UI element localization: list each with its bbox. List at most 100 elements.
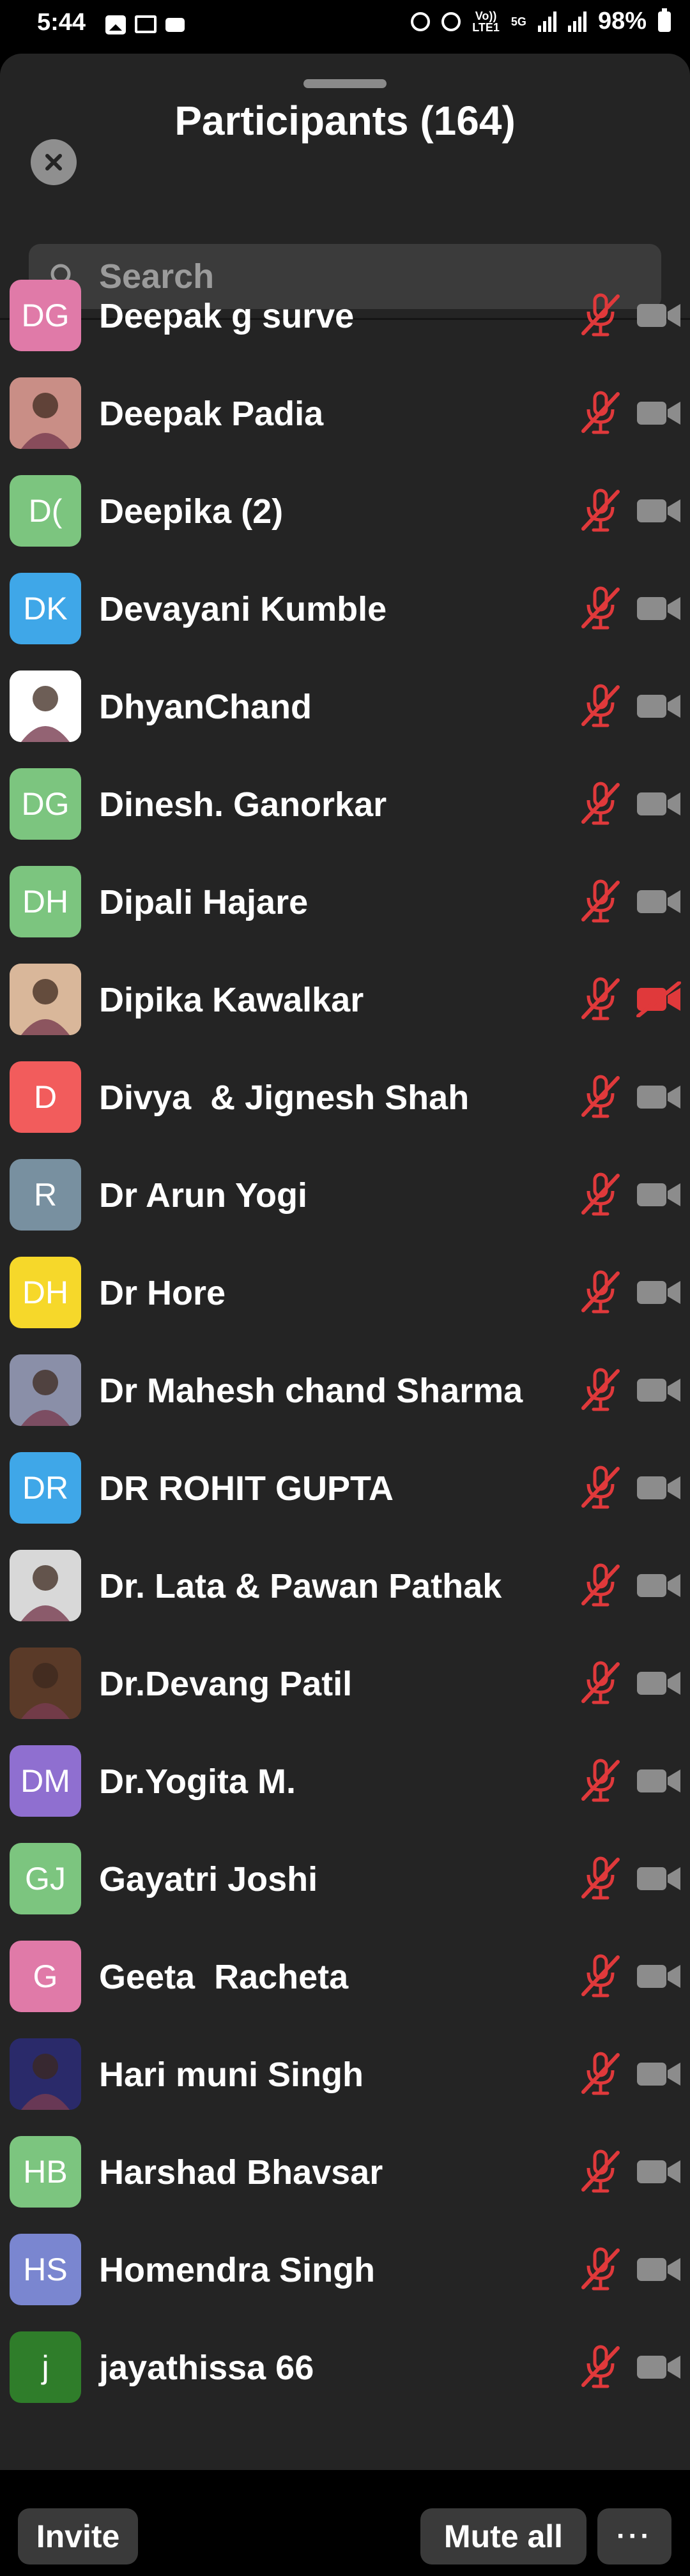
participant-row[interactable]: DG Dinesh. Ganorkar (0, 755, 690, 853)
mic-muted-icon[interactable] (578, 2245, 623, 2294)
invite-button[interactable]: Invite (18, 2508, 138, 2565)
avatar: D (10, 1061, 81, 1133)
avatar (10, 964, 81, 1035)
video-camera-icon[interactable] (636, 2056, 682, 2092)
participant-name: Gayatri Joshi (99, 1860, 318, 1898)
video-camera-icon[interactable] (636, 2349, 682, 2385)
mic-muted-icon[interactable] (578, 291, 623, 340)
participant-row[interactable]: DK Devayani Kumble (0, 560, 690, 658)
video-camera-icon[interactable] (636, 884, 682, 920)
avatar: GJ (10, 1843, 81, 1914)
mic-muted-icon[interactable] (578, 1757, 623, 1805)
participant-name: Geeta Racheta (99, 1958, 349, 1996)
status-bar: 5:44 Vo)) LTE1 5G 98% (0, 0, 690, 54)
participant-row[interactable]: Dr Mahesh chand Sharma (0, 1342, 690, 1439)
video-camera-icon[interactable] (636, 2252, 682, 2287)
participant-row[interactable]: Dr.Devang Patil (0, 1635, 690, 1732)
participant-row[interactable]: G Geeta Racheta (0, 1928, 690, 2026)
video-camera-icon[interactable] (636, 1079, 682, 1115)
avatar-initials: D (33, 1079, 57, 1115)
mute-all-button[interactable]: Mute all (420, 2508, 586, 2565)
avatar: G (10, 1941, 81, 2012)
video-camera-icon[interactable] (636, 1959, 682, 1994)
video-camera-icon[interactable] (636, 493, 682, 529)
drag-handle[interactable] (303, 79, 387, 88)
video-camera-icon[interactable] (636, 1470, 682, 1506)
avatar: R (10, 1159, 81, 1231)
mic-muted-icon[interactable] (578, 1366, 623, 1414)
avatar-initials: HB (23, 2154, 68, 2190)
video-camera-icon[interactable] (636, 2154, 682, 2190)
mic-muted-icon[interactable] (578, 1464, 623, 1512)
participant-name: Dr Mahesh chand Sharma (99, 1372, 523, 1410)
participant-row[interactable]: DG Deepak g surve (0, 267, 690, 365)
participant-name: DR ROHIT GUPTA (99, 1469, 394, 1508)
video-camera-icon[interactable] (636, 591, 682, 626)
participant-row[interactable]: Deepak Padia (0, 365, 690, 462)
participant-name: Deepak g surve (99, 297, 355, 335)
participant-name: Hari muni Singh (99, 2056, 364, 2094)
mic-muted-icon[interactable] (578, 2343, 623, 2391)
hotspot-icon (441, 11, 461, 31)
avatar: DK (10, 573, 81, 644)
participant-row[interactable]: Dipika Kawalkar (0, 951, 690, 1049)
participant-row[interactable]: HS Homendra Singh (0, 2221, 690, 2319)
video-camera-icon[interactable] (636, 1177, 682, 1213)
participant-name: Devayani Kumble (99, 590, 387, 628)
mic-muted-icon[interactable] (578, 487, 623, 535)
video-camera-icon[interactable] (636, 1665, 682, 1701)
participant-row[interactable]: GJ Gayatri Joshi (0, 1830, 690, 1928)
mic-muted-icon[interactable] (578, 1171, 623, 1219)
more-button[interactable]: ··· (597, 2508, 671, 2565)
participant-row[interactable]: DH Dipali Hajare (0, 853, 690, 951)
avatar-initials: DR (22, 1470, 69, 1506)
mic-muted-icon[interactable] (578, 975, 623, 1024)
participant-row[interactable]: Hari muni Singh (0, 2026, 690, 2123)
participant-row[interactable]: DM Dr.Yogita M. (0, 1732, 690, 1830)
mic-muted-icon[interactable] (578, 1659, 623, 1708)
video-camera-icon[interactable] (636, 395, 682, 431)
participant-name: Divya & Jignesh Shah (99, 1079, 470, 1117)
mic-muted-icon[interactable] (578, 1073, 623, 1121)
mic-muted-icon[interactable] (578, 1561, 623, 1610)
mic-muted-icon[interactable] (578, 584, 623, 633)
video-camera-icon[interactable] (636, 786, 682, 822)
mic-muted-icon[interactable] (578, 1854, 623, 1903)
system-icons: Vo)) LTE1 5G 98% (411, 8, 671, 35)
participant-row[interactable]: Dr. Lata & Pawan Pathak (0, 1537, 690, 1635)
mic-muted-icon[interactable] (578, 1952, 623, 2001)
participant-row[interactable]: DH Dr Hore (0, 1244, 690, 1342)
participant-row[interactable]: D Divya & Jignesh Shah (0, 1049, 690, 1146)
video-camera-icon[interactable] (636, 1763, 682, 1799)
video-camera-icon[interactable] (636, 1372, 682, 1408)
participant-name: Dr.Devang Patil (99, 1665, 353, 1703)
mic-muted-icon[interactable] (578, 2050, 623, 2098)
video-off-icon[interactable] (636, 981, 682, 1017)
participant-row[interactable]: DR DR ROHIT GUPTA (0, 1439, 690, 1537)
notification-icons (105, 15, 185, 34)
close-icon (45, 154, 62, 170)
participant-row[interactable]: D(Deepika (2) (0, 462, 690, 560)
battery-icon (658, 8, 671, 32)
video-camera-icon[interactable] (636, 298, 682, 333)
video-camera-icon[interactable] (636, 688, 682, 724)
mic-muted-icon[interactable] (578, 780, 623, 828)
mic-muted-icon[interactable] (578, 877, 623, 926)
participant-row[interactable]: j jayathissa 66 (0, 2319, 690, 2416)
mic-muted-icon[interactable] (578, 1268, 623, 1317)
video-camera-icon[interactable] (636, 1861, 682, 1897)
participant-row[interactable]: R Dr Arun Yogi (0, 1146, 690, 1244)
video-camera-icon[interactable] (636, 1275, 682, 1310)
avatar-initials: R (33, 1177, 57, 1213)
participant-row[interactable]: DhyanChand (0, 658, 690, 755)
video-camera-icon[interactable] (636, 1568, 682, 1603)
avatar (10, 1550, 81, 1621)
status-time: 5:44 (37, 9, 86, 36)
participant-row[interactable]: HB Harshad Bhavsar (0, 2123, 690, 2221)
close-button[interactable] (31, 139, 77, 185)
avatar: HS (10, 2234, 81, 2305)
mic-muted-icon[interactable] (578, 682, 623, 731)
avatar-initials: DH (22, 884, 69, 920)
mic-muted-icon[interactable] (578, 389, 623, 437)
mic-muted-icon[interactable] (578, 2148, 623, 2196)
